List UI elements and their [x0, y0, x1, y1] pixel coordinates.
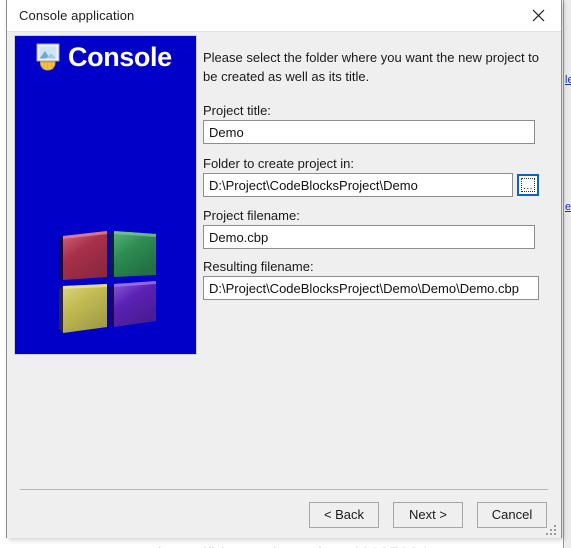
close-icon[interactable]	[516, 0, 561, 31]
four-cubes-logo	[57, 223, 165, 338]
cancel-button[interactable]: Cancel	[477, 502, 547, 528]
resize-grip-icon[interactable]	[545, 523, 557, 535]
next-button[interactable]: Next >	[393, 502, 463, 528]
console-logo: Console	[33, 42, 172, 72]
background-link-2[interactable]: ew	[565, 201, 571, 213]
console-application-dialog: Console application Console Please selec…	[6, 0, 562, 548]
label-project-filename: Project filename:	[203, 208, 300, 223]
label-project-title: Project title:	[203, 103, 271, 118]
picture-fan-icon	[33, 42, 63, 72]
background-link-1[interactable]: le	[565, 74, 571, 86]
project-title-input[interactable]	[203, 120, 535, 144]
intro-instructions: Please select the folder where you want …	[203, 50, 540, 84]
four-cubes-glyph	[59, 231, 156, 333]
console-logo-text: Console	[68, 42, 172, 72]
screen: le ew Console application	[0, 0, 571, 548]
project-filename-input[interactable]	[203, 225, 535, 249]
back-button[interactable]: < Back	[309, 502, 379, 528]
dialog-title: Console application	[19, 8, 135, 23]
resulting-filename-input[interactable]	[203, 276, 539, 300]
background-right-edge	[563, 0, 564, 548]
label-folder: Folder to create project in:	[203, 156, 355, 171]
wizard-side-panel: Console	[15, 36, 196, 354]
watermark-text: https://blog.csdn.net/qq_46207024	[53, 544, 533, 548]
browse-folder-button[interactable]: ...	[517, 174, 539, 196]
label-resulting-filename: Resulting filename:	[203, 259, 314, 274]
dialog-titlebar: Console application	[7, 0, 561, 32]
footer-buttons: < Back Next > Cancel	[7, 502, 561, 532]
close-glyph	[532, 9, 545, 22]
ellipsis-icon: ...	[521, 178, 535, 192]
resize-grip-glyph	[546, 525, 556, 535]
project-folder-input[interactable]	[203, 173, 513, 197]
footer-divider	[20, 489, 548, 490]
dialog-body: Console Please select the folder where y…	[7, 32, 561, 548]
picture-fan-glyph	[36, 43, 60, 71]
